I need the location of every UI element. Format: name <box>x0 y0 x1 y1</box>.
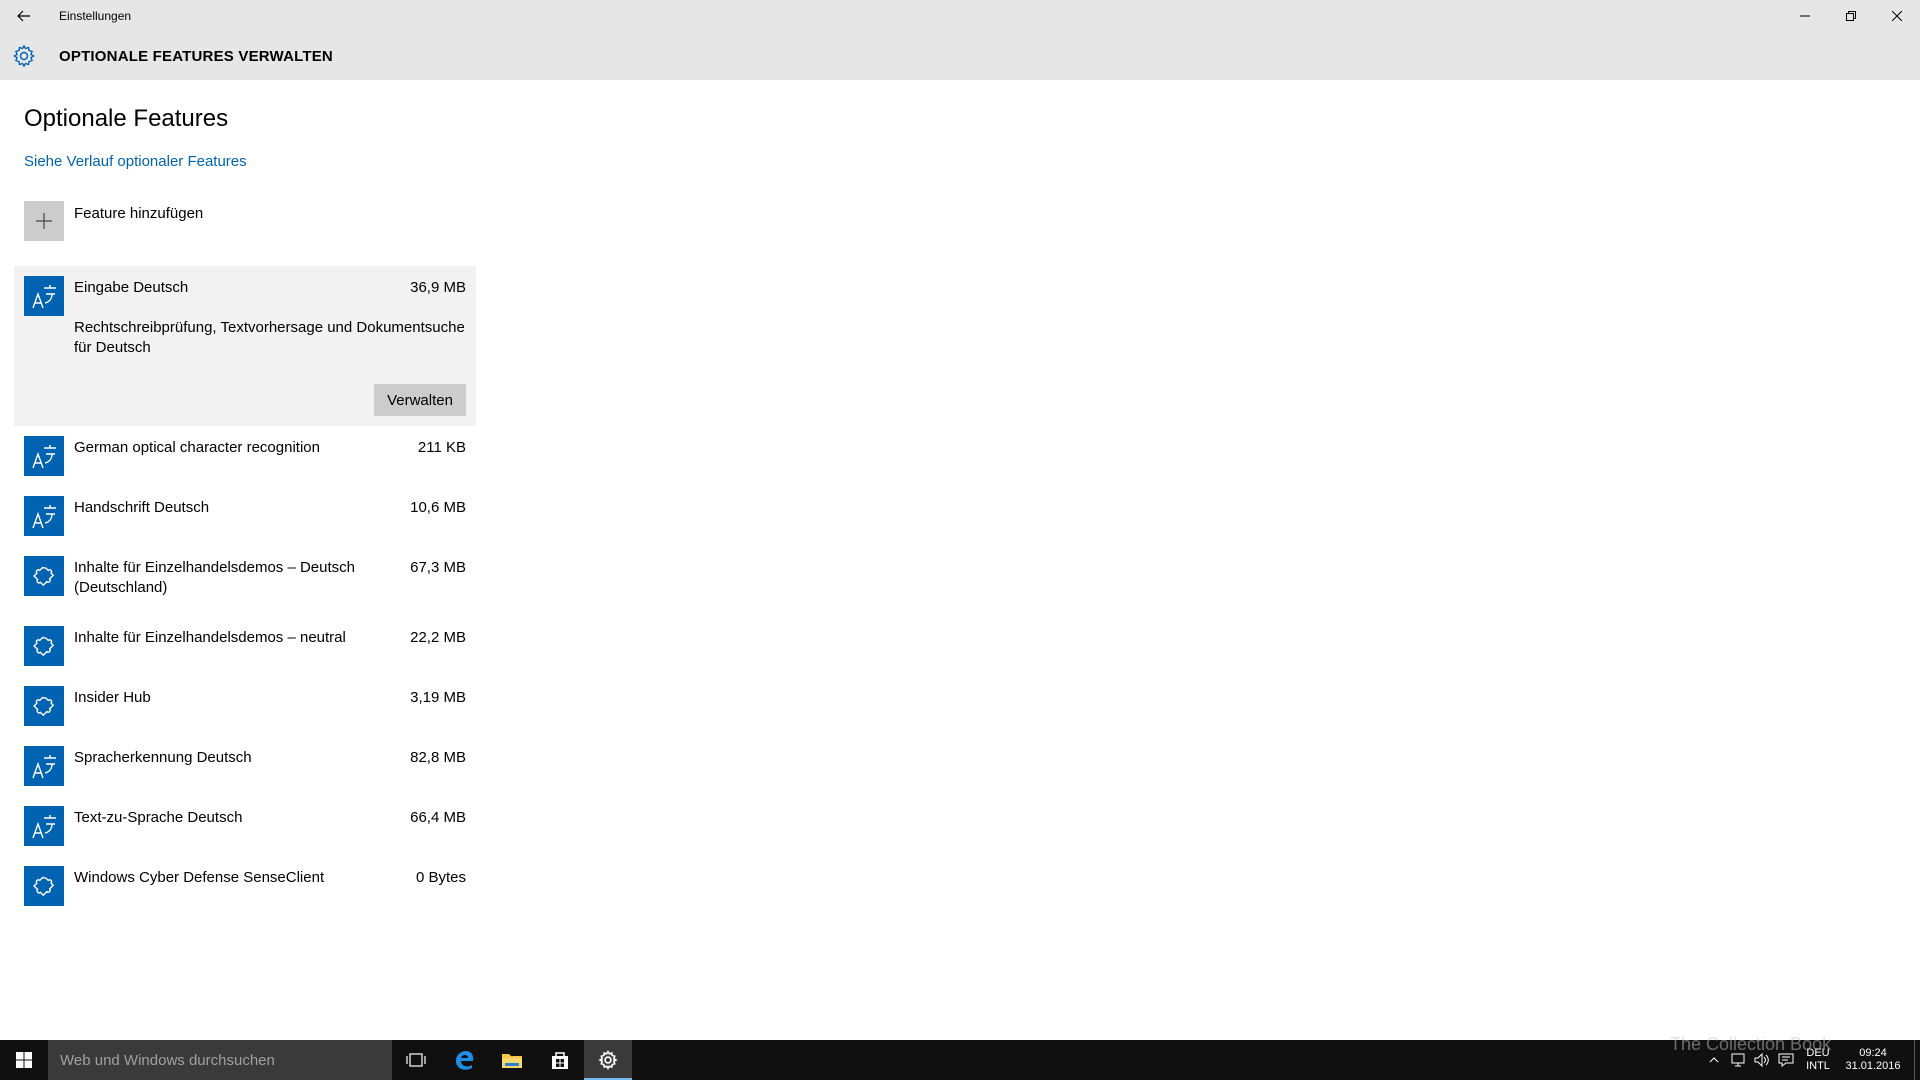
feature-item-spracherkennung[interactable]: Spracherkennung Deutsch 82,8 MB <box>14 736 476 796</box>
taskbar-edge[interactable] <box>440 1040 488 1080</box>
feature-size: 3,19 MB <box>410 689 466 706</box>
feature-size: 10,6 MB <box>410 499 466 516</box>
language-icon <box>24 746 64 786</box>
feature-size: 211 KB <box>417 439 466 456</box>
close-button[interactable] <box>1874 0 1920 32</box>
feature-name: Text-zu-Sprache Deutsch <box>74 809 243 826</box>
language-icon <box>24 806 64 846</box>
taskbar-search-box[interactable]: Web und Windows durchsuchen <box>48 1040 392 1080</box>
feature-name: Windows Cyber Defense SenseClient <box>74 869 325 886</box>
feature-description: Rechtschreibprüfung, Textvorhersage und … <box>74 319 465 356</box>
feature-size: 67,3 MB <box>410 559 466 576</box>
speaker-icon <box>1754 1053 1769 1067</box>
feature-name: Spracherkennung Deutsch <box>74 749 252 766</box>
close-icon <box>1892 11 1902 21</box>
language-icon <box>24 496 64 536</box>
feature-name: Handschrift Deutsch <box>74 499 210 516</box>
feature-item-retail-demo-neutral[interactable]: Inhalte für Einzelhandelsdemos – neutral… <box>14 616 476 676</box>
keyboard-layout: INTL <box>1806 1060 1830 1072</box>
title-bar: Einstellungen <box>0 0 1920 32</box>
feature-item-eingabe-deutsch[interactable]: Eingabe Deutsch 36,9 MB Rechtschreibprüf… <box>14 266 476 426</box>
puzzle-icon <box>24 686 64 726</box>
edge-icon <box>456 1051 474 1070</box>
page-header: OPTIONALE FEATURES VERWALTEN <box>0 32 1920 80</box>
search-placeholder: Web und Windows durchsuchen <box>60 1051 275 1069</box>
add-feature-label: Feature hinzufügen <box>74 204 204 222</box>
feature-size: 0 Bytes <box>415 869 466 886</box>
restore-button[interactable] <box>1828 0 1874 32</box>
minimize-icon <box>1800 15 1810 17</box>
windows-logo-icon <box>16 1052 32 1068</box>
task-view-button[interactable] <box>392 1040 440 1080</box>
settings-gear-icon <box>0 32 48 80</box>
feature-size: 66,4 MB <box>410 809 466 826</box>
feature-name: Eingabe Deutsch <box>74 279 189 296</box>
feature-list: Eingabe Deutsch 36,9 MB Rechtschreibprüf… <box>14 266 476 916</box>
feature-name: German optical character recognition <box>74 439 320 456</box>
restore-icon <box>1846 11 1856 21</box>
clock-time: 09:24 <box>1859 1047 1887 1059</box>
start-button[interactable] <box>0 1040 48 1080</box>
puzzle-icon <box>24 626 64 666</box>
store-bag-icon <box>552 1052 568 1069</box>
folder-icon <box>502 1054 522 1068</box>
taskbar-settings[interactable] <box>584 1040 632 1080</box>
notification-icon <box>1778 1053 1794 1067</box>
back-arrow-icon <box>17 10 30 22</box>
chevron-up-icon <box>1709 1057 1719 1063</box>
task-view-icon <box>406 1053 426 1067</box>
add-feature-button[interactable]: Feature hinzufügen <box>24 201 203 241</box>
language-icon <box>24 436 64 476</box>
feature-item-sense-client[interactable]: Windows Cyber Defense SenseClient 0 Byte… <box>14 856 476 916</box>
feature-size: 82,8 MB <box>410 749 466 766</box>
taskbar: Web und Windows durchsuchen DEU INTL 09:… <box>0 1040 1920 1080</box>
feature-size: 22,2 MB <box>410 629 466 646</box>
language-icon <box>24 276 64 316</box>
manage-button[interactable]: Verwalten <box>374 384 466 416</box>
puzzle-icon <box>24 556 64 596</box>
page-title: Optionale Features <box>24 105 229 132</box>
show-desktop-button[interactable] <box>1914 1040 1920 1080</box>
app-title: Einstellungen <box>59 9 132 23</box>
feature-name: Inhalte für Einzelhandelsdemos – neutral <box>74 629 346 646</box>
watermark-text: The Collection Book <box>1670 1034 1832 1054</box>
feature-size: 36,9 MB <box>410 279 466 296</box>
clock-date: 31.01.2016 <box>1845 1060 1901 1072</box>
plus-icon <box>36 213 52 229</box>
settings-gear-icon <box>598 1050 618 1070</box>
page-header-title: OPTIONALE FEATURES VERWALTEN <box>59 47 333 65</box>
feature-item-handschrift[interactable]: Handschrift Deutsch 10,6 MB <box>14 486 476 546</box>
network-icon <box>1731 1053 1745 1067</box>
taskbar-file-explorer[interactable] <box>488 1040 536 1080</box>
feature-item-retail-demo-de[interactable]: Inhalte für Einzelhandelsdemos – Deutsch… <box>14 546 476 616</box>
clock-button[interactable]: 09:24 31.01.2016 <box>1838 1047 1908 1073</box>
taskbar-store[interactable] <box>536 1040 584 1080</box>
window-controls <box>1782 0 1920 32</box>
back-button[interactable] <box>0 0 48 32</box>
feature-item-insider-hub[interactable]: Insider Hub 3,19 MB <box>14 676 476 736</box>
feature-history-link[interactable]: Siehe Verlauf optionaler Features <box>24 153 247 170</box>
puzzle-icon <box>24 866 64 906</box>
add-feature-box <box>24 201 64 241</box>
feature-item-text-to-speech[interactable]: Text-zu-Sprache Deutsch 66,4 MB <box>14 796 476 856</box>
feature-name: Inhalte für Einzelhandelsdemos – Deutsch… <box>74 559 356 596</box>
feature-item-ocr[interactable]: German optical character recognition 211… <box>14 426 476 486</box>
feature-name: Insider Hub <box>74 689 151 706</box>
minimize-button[interactable] <box>1782 0 1828 32</box>
